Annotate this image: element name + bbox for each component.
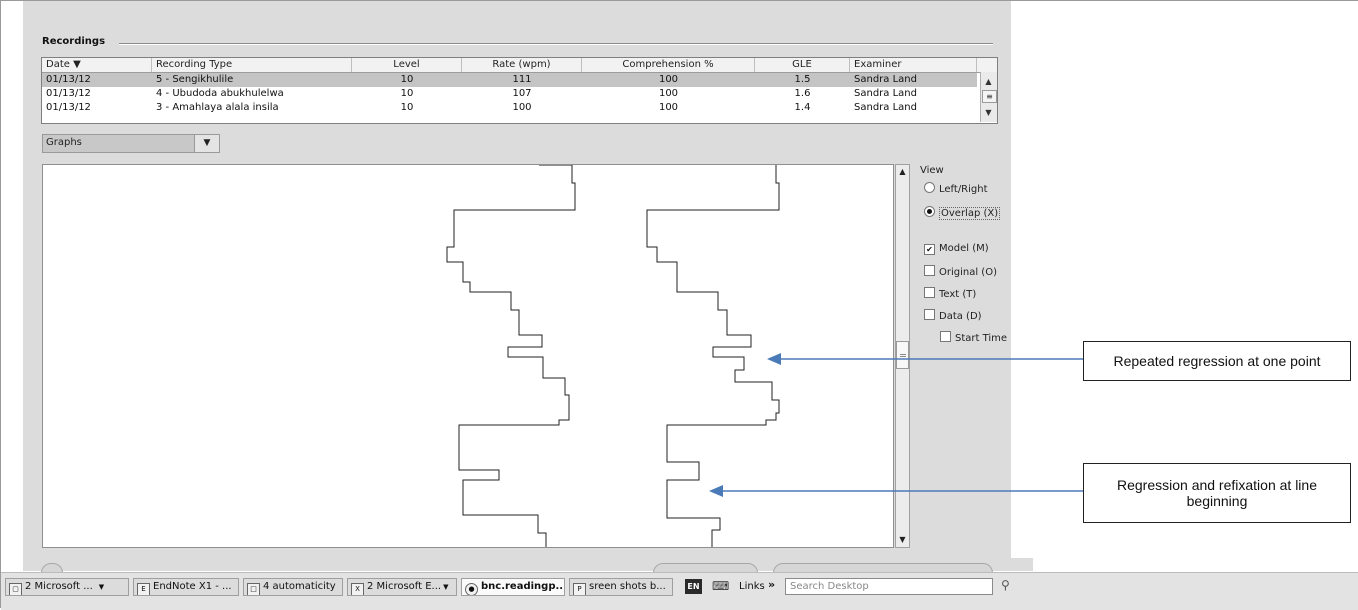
powerpoint-icon: P [573, 583, 586, 595]
taskbar-item-label: bnc.readingp... [481, 581, 565, 592]
arrow-head-icon [767, 353, 781, 365]
taskbar-item-label: sreen shots b... [589, 581, 666, 592]
taskbar-item-excel[interactable]: X2 Microsoft E... ▼ [347, 578, 457, 596]
taskbar-item-microsoft[interactable]: ▢ 2 Microsoft ... ▼ [5, 578, 129, 596]
endnote-icon: E [137, 583, 150, 595]
folder-icon: □ [247, 583, 260, 595]
arrow-head-icon [709, 485, 723, 497]
excel-icon: X [351, 583, 364, 595]
taskbar-item-browser[interactable]: ● bnc.readingp... [461, 578, 565, 596]
taskbar-item-label: 4 automaticity [263, 581, 336, 592]
taskbar-item-folder[interactable]: □ 4 automaticity [243, 578, 343, 596]
taskbar-item-label: EndNote X1 - ... [153, 581, 232, 592]
taskbar-item-label: 2 Microsoft ... [25, 581, 93, 592]
links-toolbar-label[interactable]: Links [739, 581, 765, 592]
taskbar: ▢ 2 Microsoft ... ▼ E EndNote X1 - ... □ 4 a… [1, 572, 1358, 610]
chevron-down-icon[interactable]: ▼ [443, 583, 448, 591]
search-icon[interactable]: ⚲ [1001, 578, 1010, 592]
search-desktop-input[interactable]: Search Desktop [785, 578, 993, 595]
taskbar-item-powerpoint[interactable]: Psreen shots b... [569, 578, 673, 596]
taskbar-item-label: 2 Microsoft E... [367, 581, 442, 592]
chevron-down-icon[interactable]: ▼ [99, 583, 104, 591]
keyboard-icon[interactable]: ⌨ [712, 579, 729, 593]
app-window: Recordings Date ▼ Recording Type Level R… [0, 0, 1358, 610]
window-icon: ▢ [9, 583, 22, 595]
chevron-right-icon[interactable]: » [768, 578, 775, 591]
language-indicator[interactable]: EN [685, 579, 702, 594]
browser-icon: ● [465, 583, 478, 595]
taskbar-item-endnote[interactable]: E EndNote X1 - ... [133, 578, 239, 596]
callout-repeated-regression: Repeated regression at one point [1083, 341, 1351, 381]
callout-regression-refixation: Regression and refixation at line beginn… [1083, 463, 1351, 523]
